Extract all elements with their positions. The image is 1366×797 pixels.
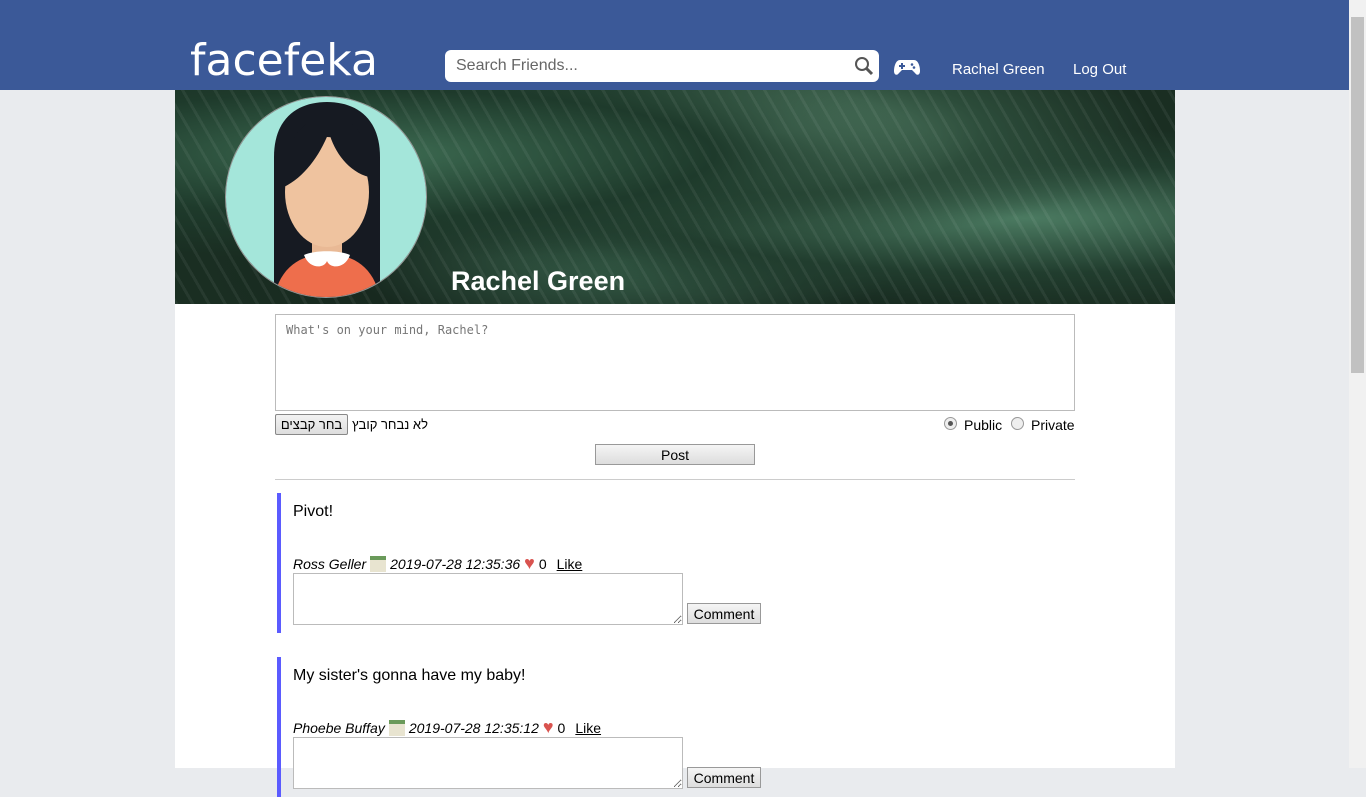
avatar	[225, 96, 427, 298]
like-count: 0	[538, 555, 547, 572]
post-text: Pivot!	[293, 503, 334, 520]
profile-name: Rachel Green	[451, 266, 626, 296]
search-input[interactable]	[445, 50, 845, 82]
like-count: 0	[557, 719, 566, 736]
no-file-label: לא נבחר קובץ	[352, 417, 428, 432]
post-author: Ross Geller	[293, 555, 367, 572]
post-item: Pivot! Ross Geller 2019-07-28 12:35:36 ♥…	[277, 493, 977, 633]
scrollbar-thumb[interactable]	[1351, 17, 1364, 373]
post-button[interactable]: Post	[595, 444, 755, 465]
top-bar: facefeka Rachel Green Log Out	[0, 0, 1349, 90]
public-label: Public	[964, 417, 1003, 433]
private-label: Private	[1031, 417, 1075, 433]
post-author: Phoebe Buffay	[293, 719, 385, 736]
calendar-icon	[370, 555, 387, 572]
private-radio[interactable]	[1011, 417, 1024, 430]
comment-button[interactable]: Comment	[687, 767, 761, 788]
calendar-icon	[388, 719, 405, 736]
public-radio[interactable]	[944, 417, 957, 430]
like-link[interactable]: Like	[557, 556, 583, 572]
search-box	[445, 50, 879, 82]
heart-icon: ♥	[542, 717, 554, 737]
post-text: My sister's gonna have my baby!	[293, 667, 526, 684]
post-input[interactable]	[275, 314, 1075, 411]
divider	[275, 479, 1075, 480]
heart-icon: ♥	[524, 553, 535, 573]
comment-input[interactable]	[293, 573, 683, 625]
search-icon[interactable]	[853, 55, 875, 77]
post-date: 2019-07-28 12:35:36	[390, 555, 521, 572]
logout-link[interactable]: Log Out	[1073, 61, 1126, 78]
like-link[interactable]: Like	[575, 720, 601, 736]
main-content: Rachel Green בחר קבצים לא נבחר קובץ Publ…	[175, 90, 1175, 797]
logo[interactable]: facefeka	[190, 36, 378, 86]
choose-file-button[interactable]: בחר קבצים	[275, 414, 348, 435]
comment-button[interactable]: Comment	[687, 603, 761, 624]
gamepad-icon[interactable]	[894, 57, 920, 77]
post-date: 2019-07-28 12:35:12	[408, 719, 539, 736]
profile-link[interactable]: Rachel Green	[952, 61, 1045, 78]
post-item: My sister's gonna have my baby! Phoebe B…	[277, 657, 977, 797]
comment-input[interactable]	[293, 737, 683, 789]
